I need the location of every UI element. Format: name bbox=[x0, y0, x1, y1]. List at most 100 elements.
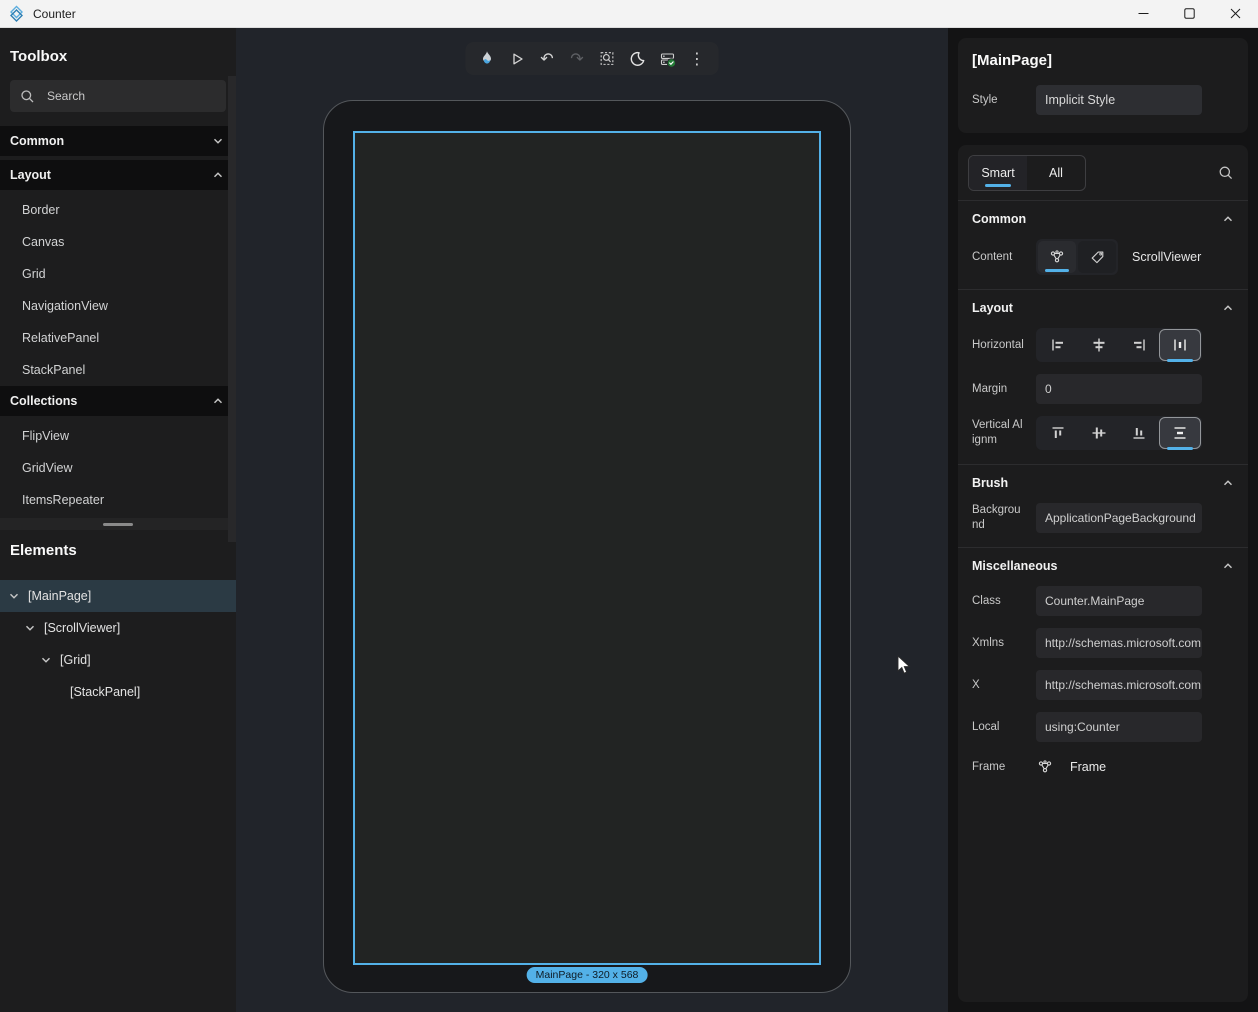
toolbox-section-layout[interactable]: Layout bbox=[0, 160, 236, 190]
xmlns-input[interactable]: http://schemas.microsoft.com bbox=[1036, 628, 1202, 658]
selected-toggle-indicator bbox=[1045, 269, 1069, 272]
play-button[interactable] bbox=[504, 45, 531, 72]
theme-toggle-button[interactable] bbox=[624, 45, 651, 72]
design-canvas[interactable]: ↶ ↷ bbox=[236, 28, 948, 1012]
page-size-badge: MainPage - 320 x 568 bbox=[527, 967, 648, 983]
x-row: X http://schemas.microsoft.com bbox=[958, 664, 1248, 706]
align-left-button[interactable] bbox=[1038, 330, 1078, 360]
toolbox-scrollbar[interactable] bbox=[228, 76, 236, 542]
section-common[interactable]: Common bbox=[958, 201, 1248, 233]
toolbox-item-border[interactable]: Border bbox=[0, 194, 236, 226]
more-options-icon: ⋮ bbox=[689, 51, 705, 67]
frame-value[interactable]: Frame bbox=[1070, 760, 1106, 774]
tree-item-grid[interactable]: [Grid] bbox=[0, 644, 236, 676]
section-brush[interactable]: Brush bbox=[958, 464, 1248, 497]
toolbox-section-collections[interactable]: Collections bbox=[0, 386, 236, 416]
toolbox-item-navigationview[interactable]: NavigationView bbox=[0, 290, 236, 322]
align-right-icon bbox=[1130, 336, 1148, 354]
toolbox-item-itemsrepeater[interactable]: ItemsRepeater bbox=[0, 484, 236, 516]
vertical-alignment-label: Vertical Alignm bbox=[972, 418, 1024, 448]
content-element-mode-button[interactable] bbox=[1038, 241, 1076, 273]
deploy-status-button[interactable] bbox=[654, 45, 681, 72]
class-input[interactable]: Counter.MainPage bbox=[1036, 586, 1202, 616]
section-miscellaneous[interactable]: Miscellaneous bbox=[958, 547, 1248, 580]
align-bottom-icon bbox=[1130, 424, 1148, 442]
minimize-button[interactable] bbox=[1120, 0, 1166, 27]
hot-design-button[interactable] bbox=[474, 45, 501, 72]
toolbox-item-grid[interactable]: Grid bbox=[0, 258, 236, 290]
elements-tree: [MainPage] [ScrollViewer] [Grid] [StackP… bbox=[0, 580, 236, 708]
local-input[interactable]: using:Counter bbox=[1036, 712, 1202, 742]
properties-search-icon[interactable] bbox=[1218, 165, 1234, 181]
chevron-down-icon[interactable] bbox=[8, 590, 20, 602]
close-icon bbox=[1230, 8, 1241, 19]
toolbox-item-relativepanel[interactable]: RelativePanel bbox=[0, 322, 236, 354]
zoom-selection-button[interactable] bbox=[594, 45, 621, 72]
properties-panel: [MainPage] Style Implicit Style Smart Al… bbox=[948, 28, 1258, 1012]
redo-icon: ↷ bbox=[570, 51, 583, 67]
toolbox-item-gridview[interactable]: GridView bbox=[0, 452, 236, 484]
style-input[interactable]: Implicit Style bbox=[1036, 85, 1202, 115]
chevron-up-icon bbox=[1222, 560, 1234, 572]
selected-alignment-indicator bbox=[1167, 447, 1193, 450]
align-center-vertical-button[interactable] bbox=[1079, 418, 1119, 448]
window-title: Counter bbox=[33, 7, 76, 21]
x-label: X bbox=[972, 678, 1024, 693]
xmlns-label: Xmlns bbox=[972, 636, 1024, 651]
align-top-button[interactable] bbox=[1038, 418, 1078, 448]
align-center-vertical-icon bbox=[1090, 424, 1108, 442]
margin-input[interactable]: 0 bbox=[1036, 374, 1202, 404]
class-label: Class bbox=[972, 594, 1024, 609]
frame-label: Frame bbox=[972, 760, 1024, 775]
mainpage-design-surface[interactable] bbox=[353, 131, 821, 965]
vertical-alignment-group bbox=[1036, 416, 1202, 450]
undo-button[interactable]: ↶ bbox=[534, 45, 561, 72]
tree-item-mainpage[interactable]: [MainPage] bbox=[0, 580, 236, 612]
element-icon bbox=[1048, 248, 1066, 266]
content-label: Content bbox=[972, 250, 1024, 265]
align-bottom-button[interactable] bbox=[1120, 418, 1160, 448]
undo-icon: ↶ bbox=[540, 51, 553, 67]
tree-item-scrollviewer[interactable]: [ScrollViewer] bbox=[0, 612, 236, 644]
toolbox-item-stackpanel[interactable]: StackPanel bbox=[0, 354, 236, 386]
maximize-button[interactable] bbox=[1166, 0, 1212, 27]
content-binding-mode-button[interactable] bbox=[1078, 241, 1116, 273]
style-label: Style bbox=[972, 93, 1024, 108]
toolbox-panel: Toolbox Search Common Layout Border Canv… bbox=[0, 28, 236, 1012]
align-right-button[interactable] bbox=[1120, 330, 1160, 360]
horizontal-alignment-row: Horizontal bbox=[958, 322, 1248, 368]
background-input[interactable]: ApplicationPageBackground bbox=[1036, 503, 1202, 533]
chevron-up-icon bbox=[212, 169, 224, 181]
background-label: Background bbox=[972, 503, 1024, 533]
frame-row: Frame Frame bbox=[958, 748, 1248, 786]
panel-splitter[interactable] bbox=[0, 518, 236, 530]
toolbox-item-flipview[interactable]: FlipView bbox=[0, 420, 236, 452]
chevron-up-icon bbox=[1222, 477, 1234, 489]
chevron-down-icon[interactable] bbox=[24, 622, 36, 634]
horizontal-alignment-label: Horizontal bbox=[972, 338, 1024, 353]
toolbox-item-canvas[interactable]: Canvas bbox=[0, 226, 236, 258]
toolbox-search-input[interactable]: Search bbox=[10, 80, 226, 112]
align-center-horizontal-button[interactable] bbox=[1079, 330, 1119, 360]
margin-label: Margin bbox=[972, 382, 1024, 397]
section-layout[interactable]: Layout bbox=[958, 289, 1248, 322]
chevron-up-icon bbox=[1222, 302, 1234, 314]
tree-item-stackpanel[interactable]: [StackPanel] bbox=[0, 676, 236, 708]
stretch-horizontal-button[interactable] bbox=[1160, 330, 1200, 360]
toolbox-section-common[interactable]: Common bbox=[0, 126, 236, 156]
close-button[interactable] bbox=[1212, 0, 1258, 27]
maximize-icon bbox=[1184, 8, 1195, 19]
tab-smart[interactable]: Smart bbox=[969, 156, 1027, 190]
tab-group: Smart All bbox=[968, 155, 1086, 191]
properties-card: Smart All Common Content bbox=[958, 145, 1248, 1002]
class-row: Class Counter.MainPage bbox=[958, 580, 1248, 622]
tab-all[interactable]: All bbox=[1027, 156, 1085, 190]
x-input[interactable]: http://schemas.microsoft.com bbox=[1036, 670, 1202, 700]
toolbox-heading: Toolbox bbox=[0, 28, 236, 68]
app-titlebar: Counter bbox=[0, 0, 1258, 28]
more-options-button[interactable]: ⋮ bbox=[684, 45, 711, 72]
chevron-down-icon[interactable] bbox=[40, 654, 52, 666]
redo-button[interactable]: ↷ bbox=[564, 45, 591, 72]
tag-icon bbox=[1089, 249, 1106, 266]
stretch-vertical-button[interactable] bbox=[1160, 418, 1200, 448]
